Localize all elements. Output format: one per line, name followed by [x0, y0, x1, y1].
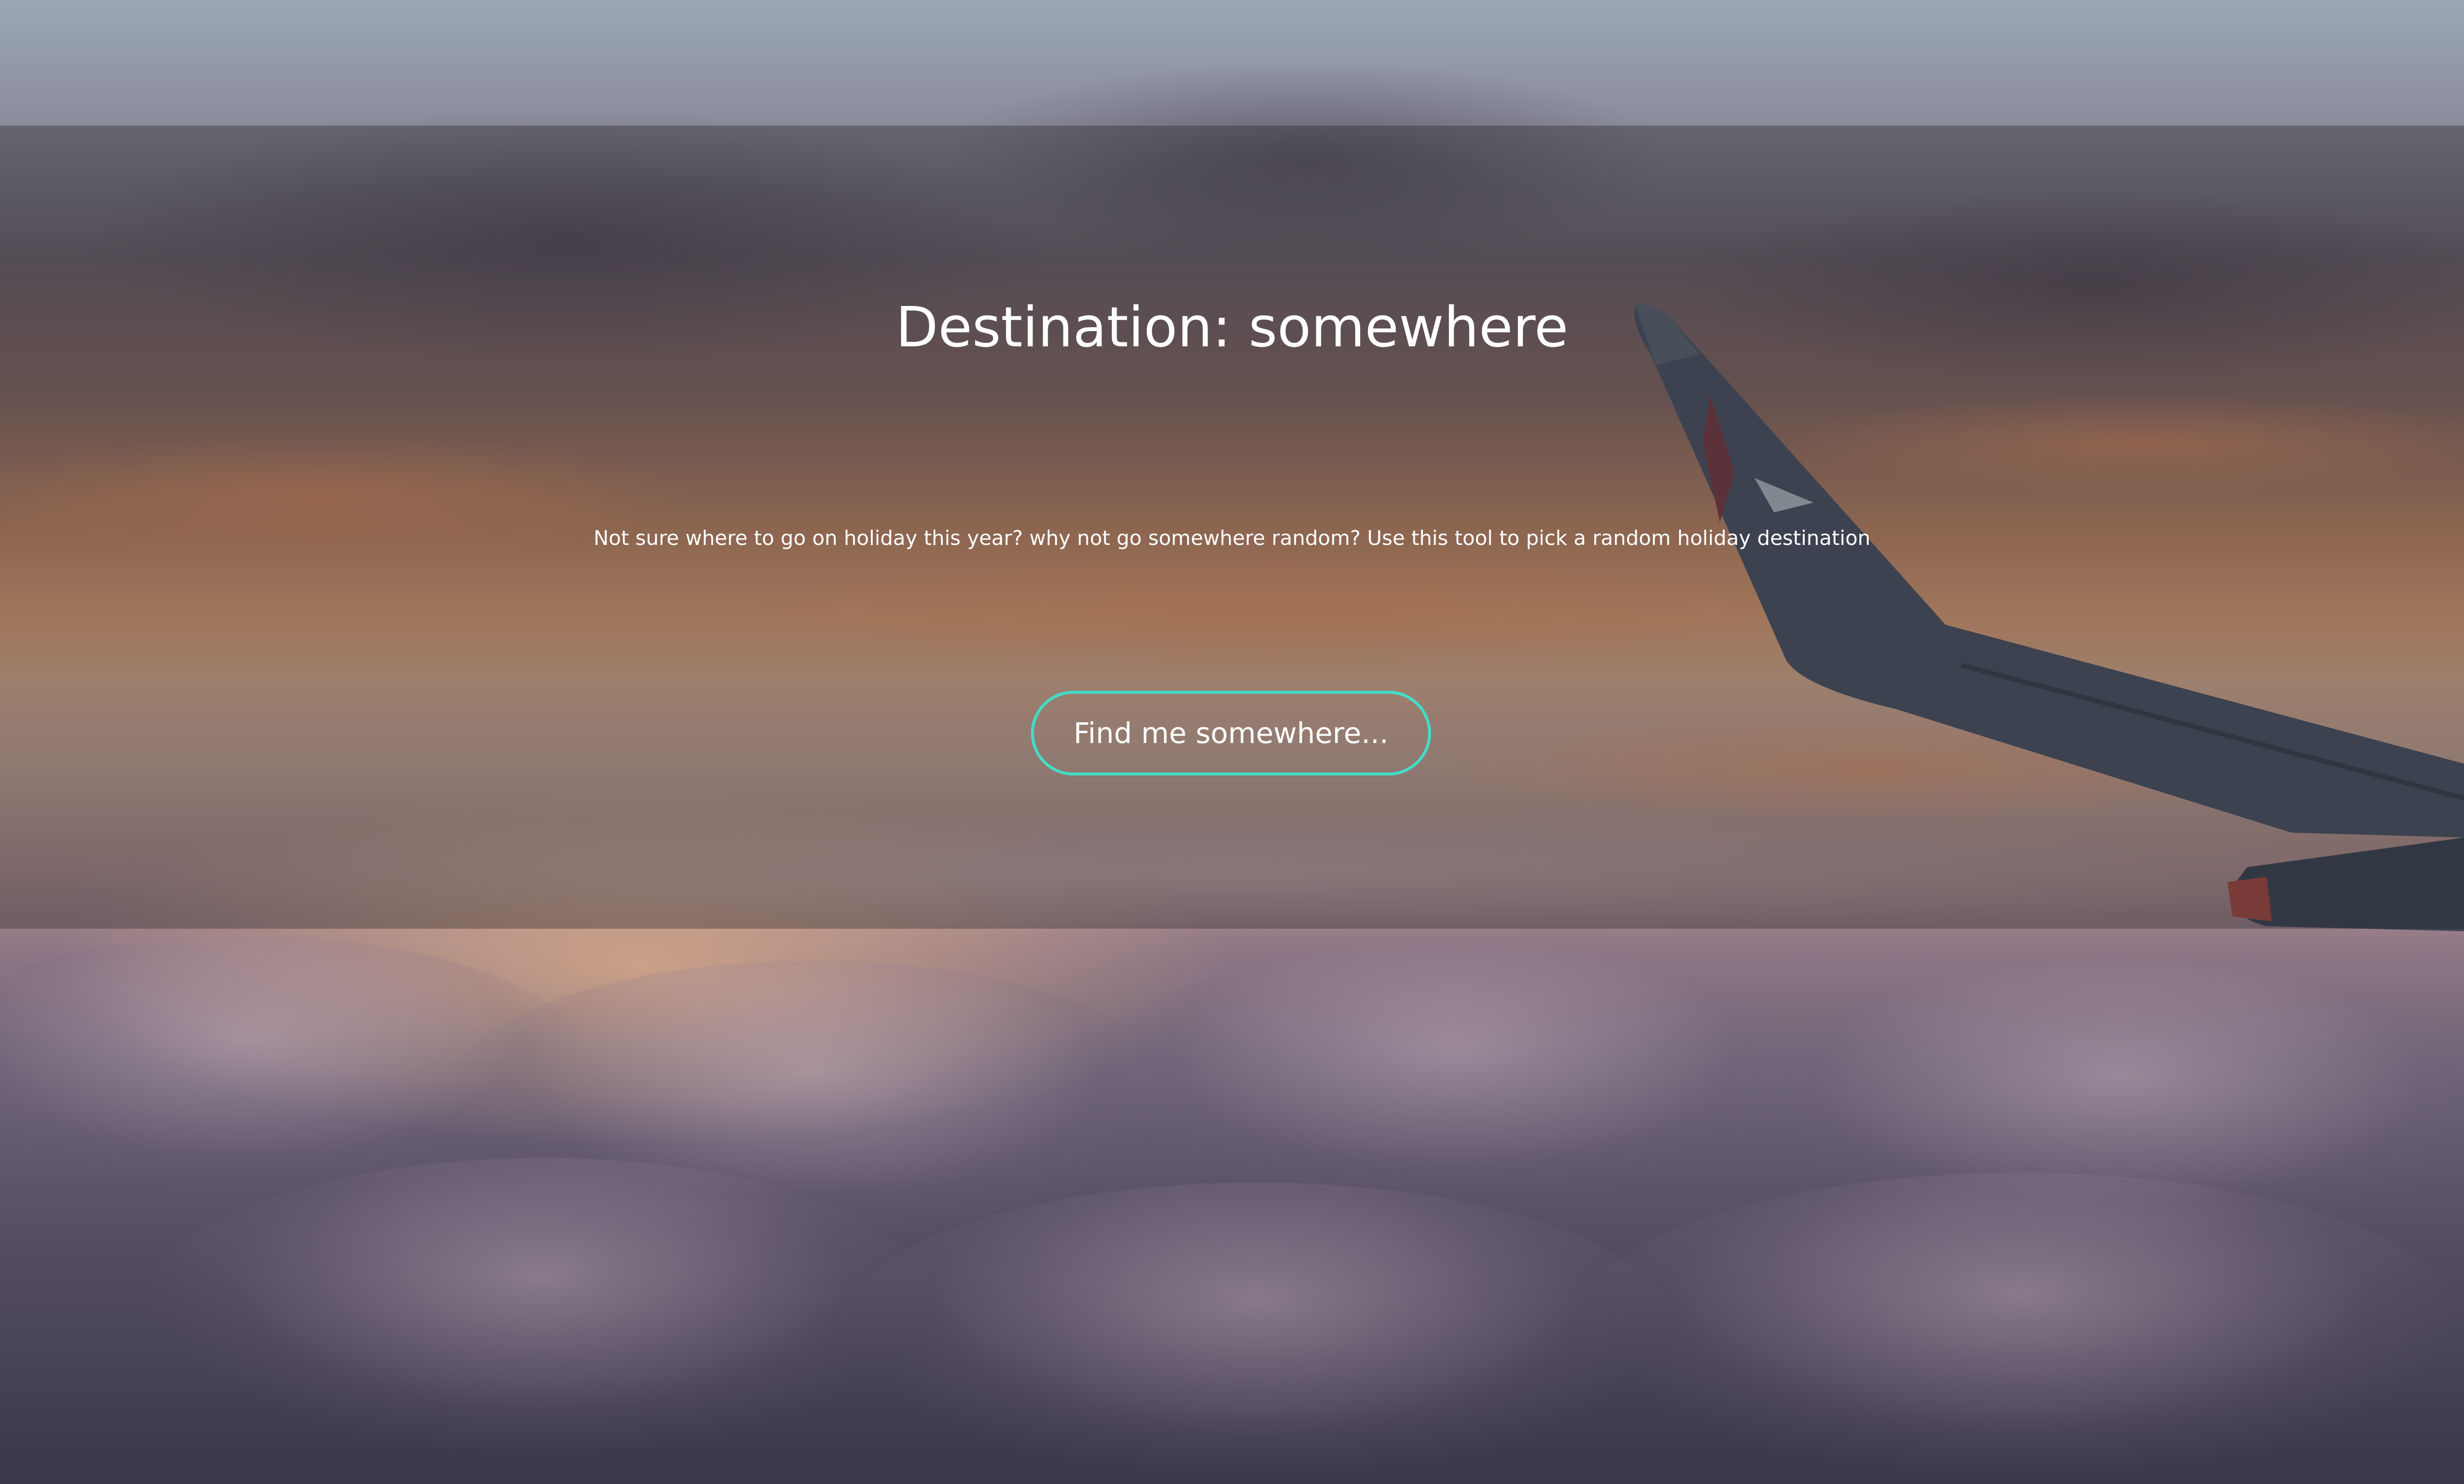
find-destination-button[interactable]: Find me somewhere... — [1031, 691, 1431, 776]
page-description: Not sure where to go on holiday this yea… — [593, 526, 1871, 550]
page-title: Destination: somewhere — [895, 296, 1569, 360]
